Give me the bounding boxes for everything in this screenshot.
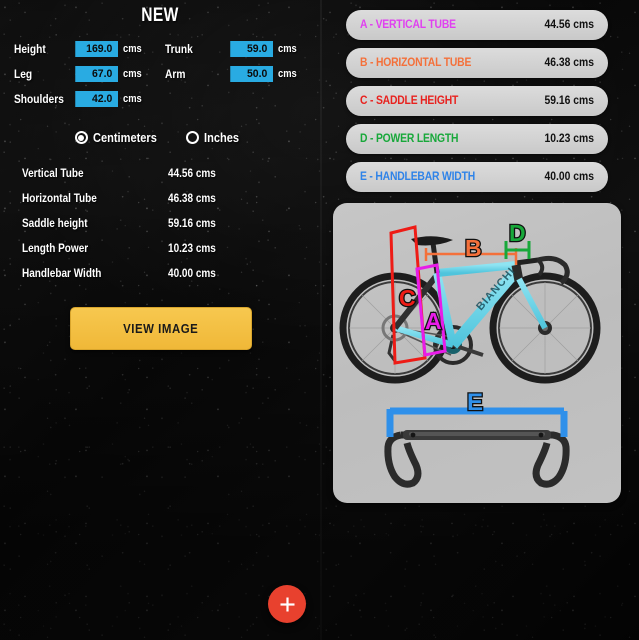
view-image-button[interactable]: VIEW IMAGE [70, 307, 252, 350]
unit-trunk: cms [278, 43, 297, 55]
result-label: Saddle height [22, 218, 88, 230]
result-row-length-power: Length Power 10.23 cms [0, 243, 320, 268]
measurement-pill-b[interactable]: B - HORIZONTAL TUBE 46.38 cms [346, 48, 608, 78]
add-button[interactable] [268, 585, 306, 623]
result-row-horizontal-tube: Horizontal Tube 46.38 cms [0, 193, 320, 218]
result-label: Length Power [22, 243, 89, 255]
result-label: Vertical Tube [22, 168, 84, 180]
pill-label-d: D - POWER LENGTH [360, 133, 459, 145]
result-value: 44.56 cms [168, 168, 216, 180]
pill-value-d: 10.23 cms [544, 133, 595, 145]
pill-value-c: 59.16 cms [544, 95, 595, 107]
measurement-pill-d[interactable]: D - POWER LENGTH 10.23 cms [346, 124, 608, 154]
measurement-form: Height cms Trunk cms Leg cms Arm cms Sho… [0, 38, 320, 113]
result-label: Handlebar Width [22, 268, 102, 280]
handlebar-illustration [384, 430, 570, 488]
annotation-label-d: D [509, 220, 526, 246]
label-leg: Leg [14, 67, 33, 81]
annotation-label-c: C [399, 285, 416, 311]
result-value: 10.23 cms [168, 243, 216, 255]
left-panel: NEW Height cms Trunk cms Leg cms Arm cms… [0, 0, 320, 640]
measurement-pill-e[interactable]: E - HANDLEBAR WIDTH 40.00 cms [346, 162, 608, 192]
annotation-label-a: A [425, 308, 442, 334]
form-row-shoulders: Shoulders cms [0, 88, 320, 113]
leg-input[interactable] [75, 66, 118, 82]
radio-centimeters-icon [74, 131, 88, 144]
unit-selector: Centimeters Inches [0, 130, 320, 145]
result-row-saddle-height: Saddle height 59.16 cms [0, 218, 320, 243]
pill-value-a: 44.56 cms [544, 19, 595, 31]
label-trunk: Trunk [165, 42, 193, 56]
radio-centimeters-label: Centimeters [92, 130, 157, 145]
unit-shoulders: cms [123, 93, 142, 105]
pill-label-a: A - VERTICAL TUBE [360, 19, 456, 31]
form-row-height-trunk: Height cms Trunk cms [0, 38, 320, 63]
view-image-button-label: VIEW IMAGE [123, 321, 199, 336]
measurement-pill-c[interactable]: C - SADDLE HEIGHT 59.16 cms [346, 86, 608, 116]
radio-inches-label: Inches [203, 130, 239, 145]
label-shoulders: Shoulders [14, 92, 64, 106]
measurement-pill-a[interactable]: A - VERTICAL TUBE 44.56 cms [346, 10, 608, 40]
page-title: NEW [141, 5, 179, 26]
label-height: Height [14, 42, 46, 56]
label-arm: Arm [165, 67, 186, 81]
radio-centimeters[interactable]: Centimeters [74, 130, 168, 145]
pill-value-b: 46.38 cms [544, 57, 595, 69]
annotation-label-e: E [467, 389, 483, 416]
height-input[interactable] [75, 41, 118, 57]
form-row-leg-arm: Leg cms Arm cms [0, 63, 320, 88]
radio-inches-icon [185, 131, 199, 144]
result-label: Horizontal Tube [22, 193, 97, 205]
plus-icon [280, 597, 294, 611]
trunk-input[interactable] [230, 41, 273, 57]
bike-diagram-svg: BIANCHI C A B D E [339, 219, 601, 488]
pill-label-b: B - HORIZONTAL TUBE [360, 57, 472, 69]
result-row-vertical-tube: Vertical Tube 44.56 cms [0, 168, 320, 193]
pill-value-e: 40.00 cms [544, 171, 595, 183]
unit-arm: cms [278, 68, 297, 80]
right-panel: A - VERTICAL TUBE 44.56 cms B - HORIZONT… [322, 0, 639, 640]
radio-inches[interactable]: Inches [185, 130, 245, 145]
arm-input[interactable] [230, 66, 273, 82]
result-value: 46.38 cms [168, 193, 216, 205]
pill-label-c: C - SADDLE HEIGHT [360, 95, 459, 107]
result-value: 59.16 cms [168, 218, 216, 230]
bike-diagram-panel[interactable]: BIANCHI C A B D E [333, 203, 621, 503]
unit-height: cms [123, 43, 142, 55]
result-row-handlebar-width: Handlebar Width 40.00 cms [0, 268, 320, 293]
pill-label-e: E - HANDLEBAR WIDTH [360, 171, 476, 183]
results-list: Vertical Tube 44.56 cms Horizontal Tube … [0, 168, 320, 293]
shoulders-input[interactable] [75, 91, 118, 107]
result-value: 40.00 cms [168, 268, 216, 280]
unit-leg: cms [123, 68, 142, 80]
annotation-label-b: B [465, 235, 482, 261]
